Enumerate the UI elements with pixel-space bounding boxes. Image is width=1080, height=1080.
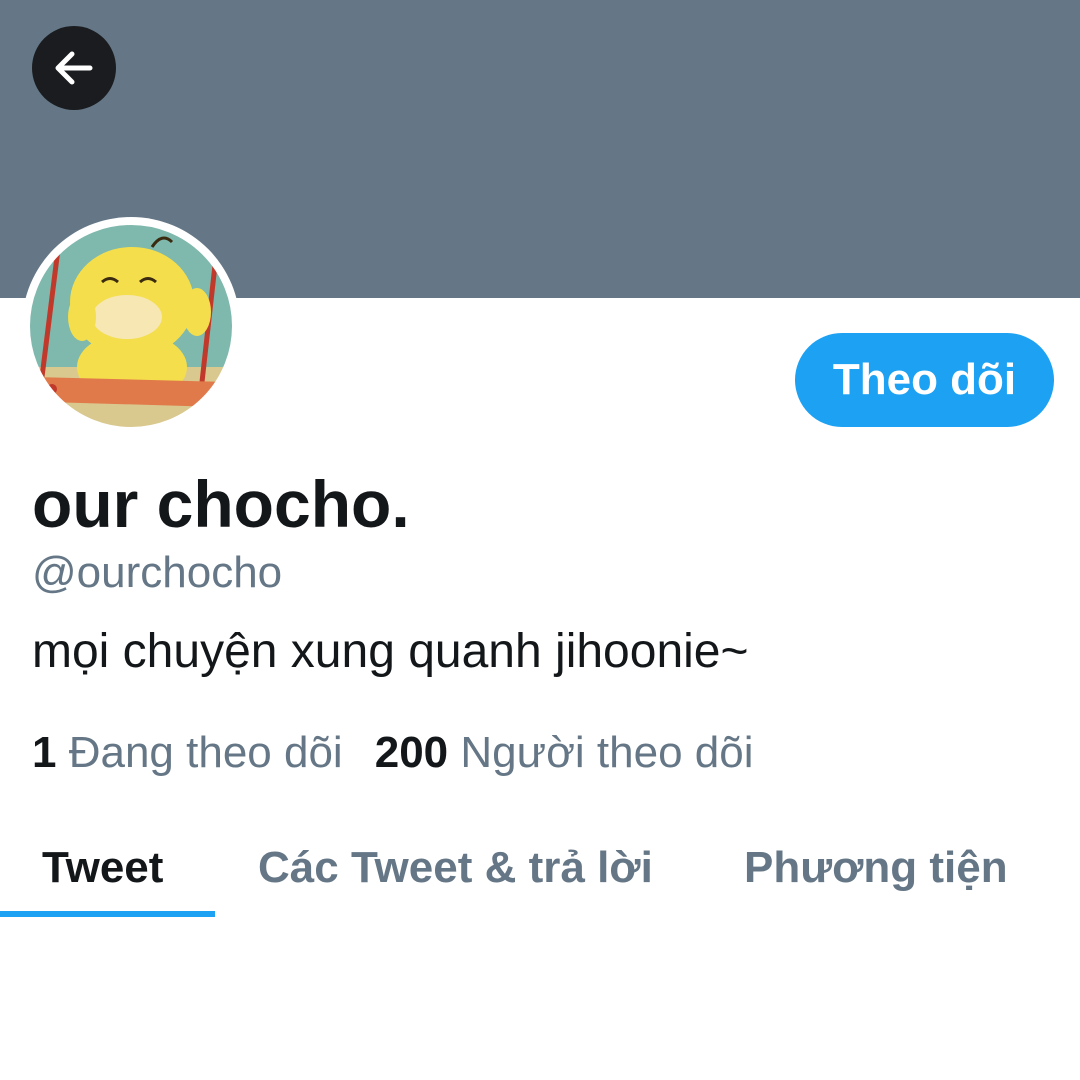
following-link[interactable]: 1 Đang theo dõi: [32, 728, 343, 777]
followers-label: Người theo dõi: [460, 728, 754, 777]
profile-tabs: Tweet Các Tweet & trả lời Phương tiện: [0, 820, 1080, 920]
followers-count: 200: [374, 728, 449, 777]
following-label: Đang theo dõi: [68, 728, 343, 777]
following-count: 1: [32, 728, 57, 777]
avatar[interactable]: [22, 217, 240, 435]
arrow-left-icon: [55, 51, 93, 85]
profile-bio: mọi chuyện xung quanh jihoonie~: [32, 625, 749, 678]
display-name: our chocho.: [32, 467, 410, 541]
avatar-image: [24, 219, 238, 433]
tab-tweets-and-replies[interactable]: Các Tweet & trả lời: [258, 820, 653, 916]
followers-link[interactable]: 200 Người theo dõi: [375, 728, 754, 777]
profile-stats: 1 Đang theo dõi 200 Người theo dõi: [32, 728, 754, 778]
tab-tweets[interactable]: Tweet: [42, 820, 163, 916]
follow-button[interactable]: Theo dõi: [795, 333, 1054, 427]
user-handle: @ourchocho: [32, 548, 283, 597]
tab-media[interactable]: Phương tiện: [744, 820, 1008, 916]
back-button[interactable]: [32, 26, 116, 110]
active-tab-indicator: [0, 911, 215, 917]
